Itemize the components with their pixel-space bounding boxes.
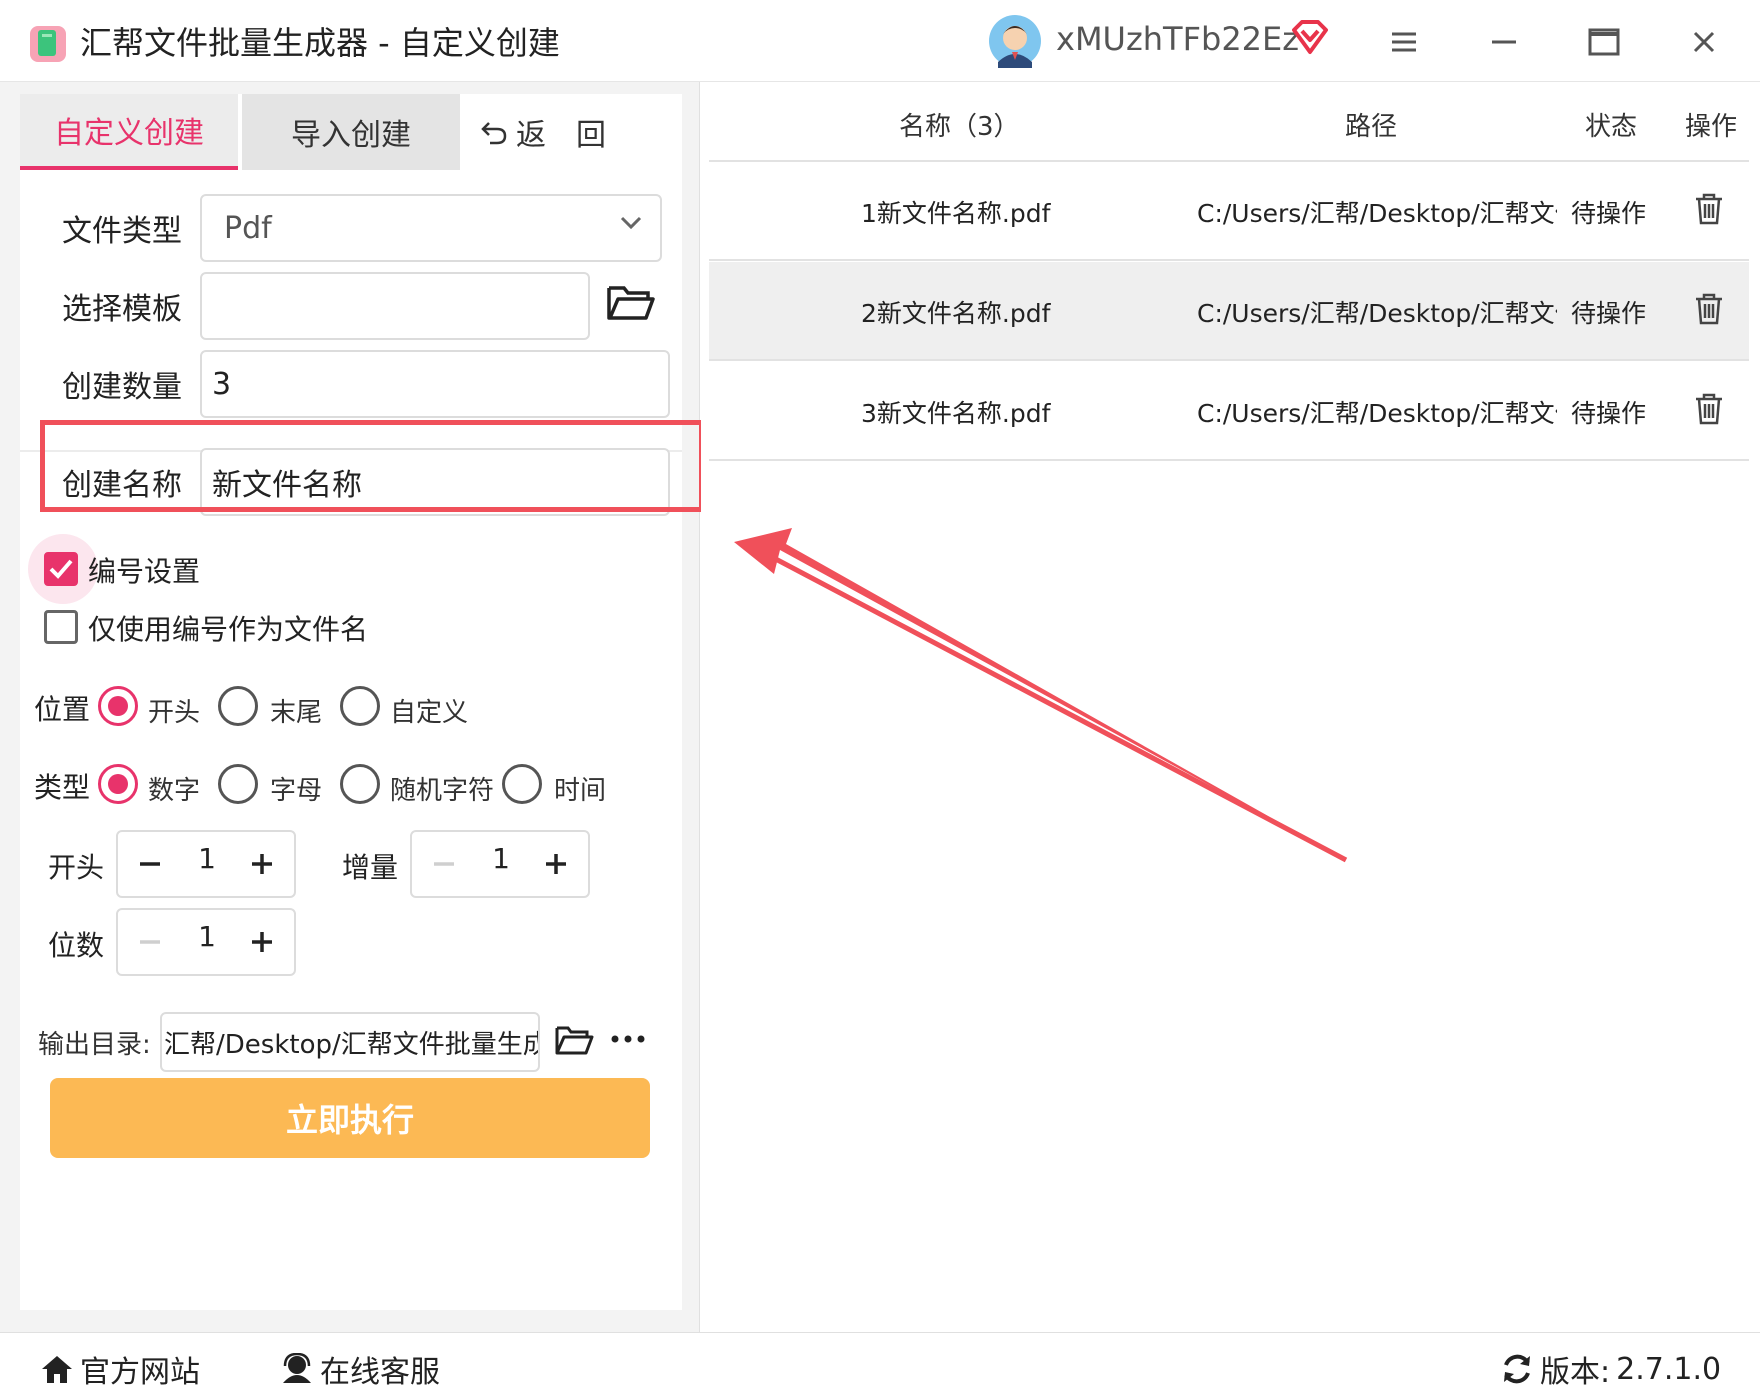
back-icon [480, 119, 508, 145]
minus-icon[interactable] [426, 846, 462, 882]
close-icon[interactable] [1684, 22, 1724, 62]
plus-icon[interactable] [538, 846, 574, 882]
trash-icon[interactable] [1693, 292, 1725, 326]
status-bar: 官方网站 在线客服 版本: 2.7.1.0 [0, 1332, 1760, 1400]
only-number-checkbox[interactable] [44, 610, 78, 644]
radio-position-custom[interactable] [340, 686, 380, 726]
left-panel: 自定义创建 导入创建 返 回 文件类型 Pdf 选择模板 创建数量 3 创建名称… [0, 82, 700, 1332]
row-path: C:/Users/汇帮/Desktop/汇帮文件 [1197, 299, 1557, 328]
increment-label: 增量 [342, 851, 399, 884]
header-action: 操作 [1685, 112, 1738, 142]
version-label: 版本: [1540, 1355, 1611, 1390]
file-type-value: Pdf [224, 210, 272, 246]
increment-value[interactable]: 1 [472, 842, 530, 875]
template-input[interactable] [200, 272, 590, 340]
chevron-down-icon [620, 216, 642, 230]
radio-type-time[interactable] [502, 764, 542, 804]
only-number-label: 仅使用编号作为文件名 [88, 613, 369, 646]
run-button[interactable]: 立即执行 [50, 1078, 650, 1158]
menu-icon[interactable] [1384, 22, 1424, 62]
back-button[interactable]: 返 回 [480, 94, 680, 170]
increment-stepper: 1 [410, 830, 590, 898]
start-value[interactable]: 1 [178, 842, 236, 875]
folder-icon[interactable] [606, 280, 656, 324]
refresh-icon[interactable] [1500, 1353, 1534, 1385]
tab-custom-create[interactable]: 自定义创建 [20, 94, 238, 170]
count-label: 创建数量 [62, 370, 182, 405]
position-label: 位置 [34, 693, 91, 726]
header-status: 状态 [1585, 112, 1638, 142]
radio-type-letter[interactable] [218, 764, 258, 804]
official-site-label: 官方网站 [80, 1355, 200, 1390]
row-path: C:/Users/汇帮/Desktop/汇帮文件 [1197, 399, 1557, 428]
position-option: 自定义 [390, 698, 469, 728]
minimize-icon[interactable] [1484, 22, 1524, 62]
online-service-link[interactable]: 在线客服 [280, 1347, 440, 1391]
row-status: 待操作 [1571, 399, 1647, 428]
username: xMUzhTFb22Ez [1056, 20, 1300, 58]
type-option: 时间 [554, 776, 607, 806]
type-option: 数字 [148, 776, 201, 806]
row-path: C:/Users/汇帮/Desktop/汇帮文件 [1197, 199, 1557, 228]
file-type-select[interactable]: Pdf [200, 194, 662, 262]
start-label: 开头 [48, 851, 105, 884]
maximize-icon[interactable] [1584, 22, 1624, 62]
table-row[interactable]: 3新文件名称.pdf C:/Users/汇帮/Desktop/汇帮文件 待操作 [709, 362, 1749, 461]
plus-icon[interactable] [244, 924, 280, 960]
title-bar: 汇帮文件批量生成器 - 自定义创建 xMUzhTFb22Ez [0, 0, 1760, 82]
support-icon [280, 1353, 314, 1385]
table-row[interactable]: 2新文件名称.pdf C:/Users/汇帮/Desktop/汇帮文件 待操作 [709, 262, 1749, 361]
row-name: 2新文件名称.pdf [861, 299, 1051, 328]
count-input[interactable]: 3 [200, 350, 670, 418]
trash-icon[interactable] [1693, 392, 1725, 426]
back-label: 返 回 [516, 118, 606, 153]
template-label: 选择模板 [62, 292, 182, 327]
row-name: 1新文件名称.pdf [861, 199, 1051, 228]
plus-icon[interactable] [244, 846, 280, 882]
version-info: 版本: 2.7.1.0 [1500, 1347, 1721, 1391]
output-label: 输出目录: [38, 1030, 151, 1060]
type-option: 随机字符 [390, 776, 495, 806]
official-site-link[interactable]: 官方网站 [40, 1347, 200, 1391]
position-option: 开头 [148, 698, 201, 728]
radio-type-number[interactable] [98, 764, 138, 804]
app-icon [28, 24, 70, 64]
radio-type-random[interactable] [340, 764, 380, 804]
digits-value[interactable]: 1 [178, 920, 236, 953]
start-stepper: 1 [116, 830, 296, 898]
trash-icon[interactable] [1693, 192, 1725, 226]
folder-icon[interactable] [554, 1022, 594, 1058]
header-name: 名称（3） [899, 112, 1020, 142]
type-label: 类型 [34, 771, 91, 804]
version-number: 2.7.1.0 [1616, 1351, 1722, 1387]
file-list-panel: 名称（3） 路径 状态 操作 1新文件名称.pdf C:/Users/汇帮/De… [701, 82, 1760, 1332]
check-icon [49, 559, 73, 579]
settings-card: 自定义创建 导入创建 返 回 文件类型 Pdf 选择模板 创建数量 3 创建名称… [20, 94, 682, 1310]
minus-icon[interactable] [132, 924, 168, 960]
home-icon [40, 1353, 74, 1385]
position-option: 末尾 [270, 698, 323, 728]
row-name: 3新文件名称.pdf [861, 399, 1051, 428]
row-status: 待操作 [1571, 299, 1647, 328]
numbering-label: 编号设置 [88, 555, 201, 588]
digits-stepper: 1 [116, 908, 296, 976]
radio-position-end[interactable] [218, 686, 258, 726]
file-type-label: 文件类型 [62, 214, 182, 249]
avatar[interactable] [988, 14, 1042, 68]
online-service-label: 在线客服 [320, 1355, 440, 1390]
table-row[interactable]: 1新文件名称.pdf C:/Users/汇帮/Desktop/汇帮文件 待操作 [709, 162, 1749, 261]
row-status: 待操作 [1571, 199, 1647, 228]
more-icon[interactable] [608, 1024, 648, 1054]
output-dir-input[interactable]: 汇帮/Desktop/汇帮文件批量生成器 [160, 1012, 540, 1072]
vip-diamond-icon[interactable] [1290, 20, 1330, 56]
window-title: 汇帮文件批量生成器 - 自定义创建 [80, 24, 560, 62]
highlight-box [40, 420, 704, 512]
digits-label: 位数 [48, 929, 105, 962]
radio-position-start[interactable] [98, 686, 138, 726]
header-path: 路径 [1345, 112, 1398, 142]
tab-import-create[interactable]: 导入创建 [242, 94, 460, 170]
minus-icon[interactable] [132, 846, 168, 882]
type-option: 字母 [270, 776, 323, 806]
numbering-checkbox[interactable] [44, 552, 78, 586]
